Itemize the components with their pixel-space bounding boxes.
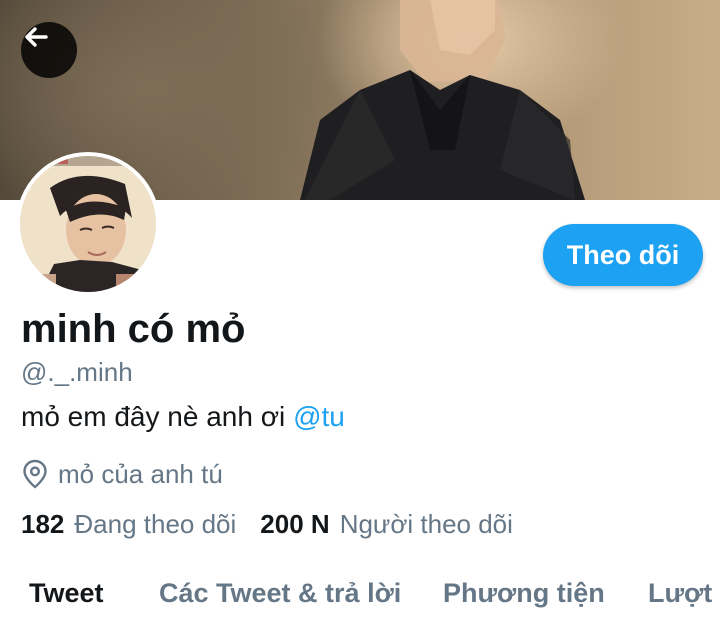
arrow-left-icon <box>25 27 48 47</box>
map-pin-icon <box>23 459 47 489</box>
profile-location: mỏ của anh tú <box>22 458 223 490</box>
bio-mention-link[interactable]: @tu <box>293 401 345 432</box>
profile-bio: mỏ em đây nè anh ơi @tu <box>21 401 345 433</box>
follow-button[interactable]: Theo dõi <box>543 224 703 286</box>
followers-stat[interactable]: 200 N Người theo dõi <box>260 509 513 540</box>
location-text: mỏ của anh tú <box>58 458 223 489</box>
tab-media[interactable]: Phương tiện <box>443 570 605 616</box>
back-button[interactable] <box>21 22 77 78</box>
following-label: Đang theo dõi <box>74 509 237 539</box>
followers-label: Người theo dõi <box>339 509 513 539</box>
following-stat[interactable]: 182 Đang theo dõi <box>21 509 236 540</box>
display-name: minh có mỏ <box>21 307 246 351</box>
user-handle: @._.minh <box>21 357 133 387</box>
following-count: 182 <box>21 509 65 539</box>
profile-tabs: Tweet Các Tweet & trả lời Phương tiện Lư… <box>0 570 720 626</box>
tab-tweets-and-replies[interactable]: Các Tweet & trả lời <box>159 570 401 616</box>
followers-count: 200 N <box>260 509 330 539</box>
avatar-photo <box>20 156 156 292</box>
tab-likes[interactable]: Lượt thích <box>648 570 720 616</box>
bio-text: mỏ em đây nè anh ơi <box>21 401 294 432</box>
profile-stats: 182 Đang theo dõi 200 N Người theo dõi <box>21 509 513 540</box>
avatar[interactable] <box>16 152 160 296</box>
tab-tweets[interactable]: Tweet <box>29 570 104 616</box>
